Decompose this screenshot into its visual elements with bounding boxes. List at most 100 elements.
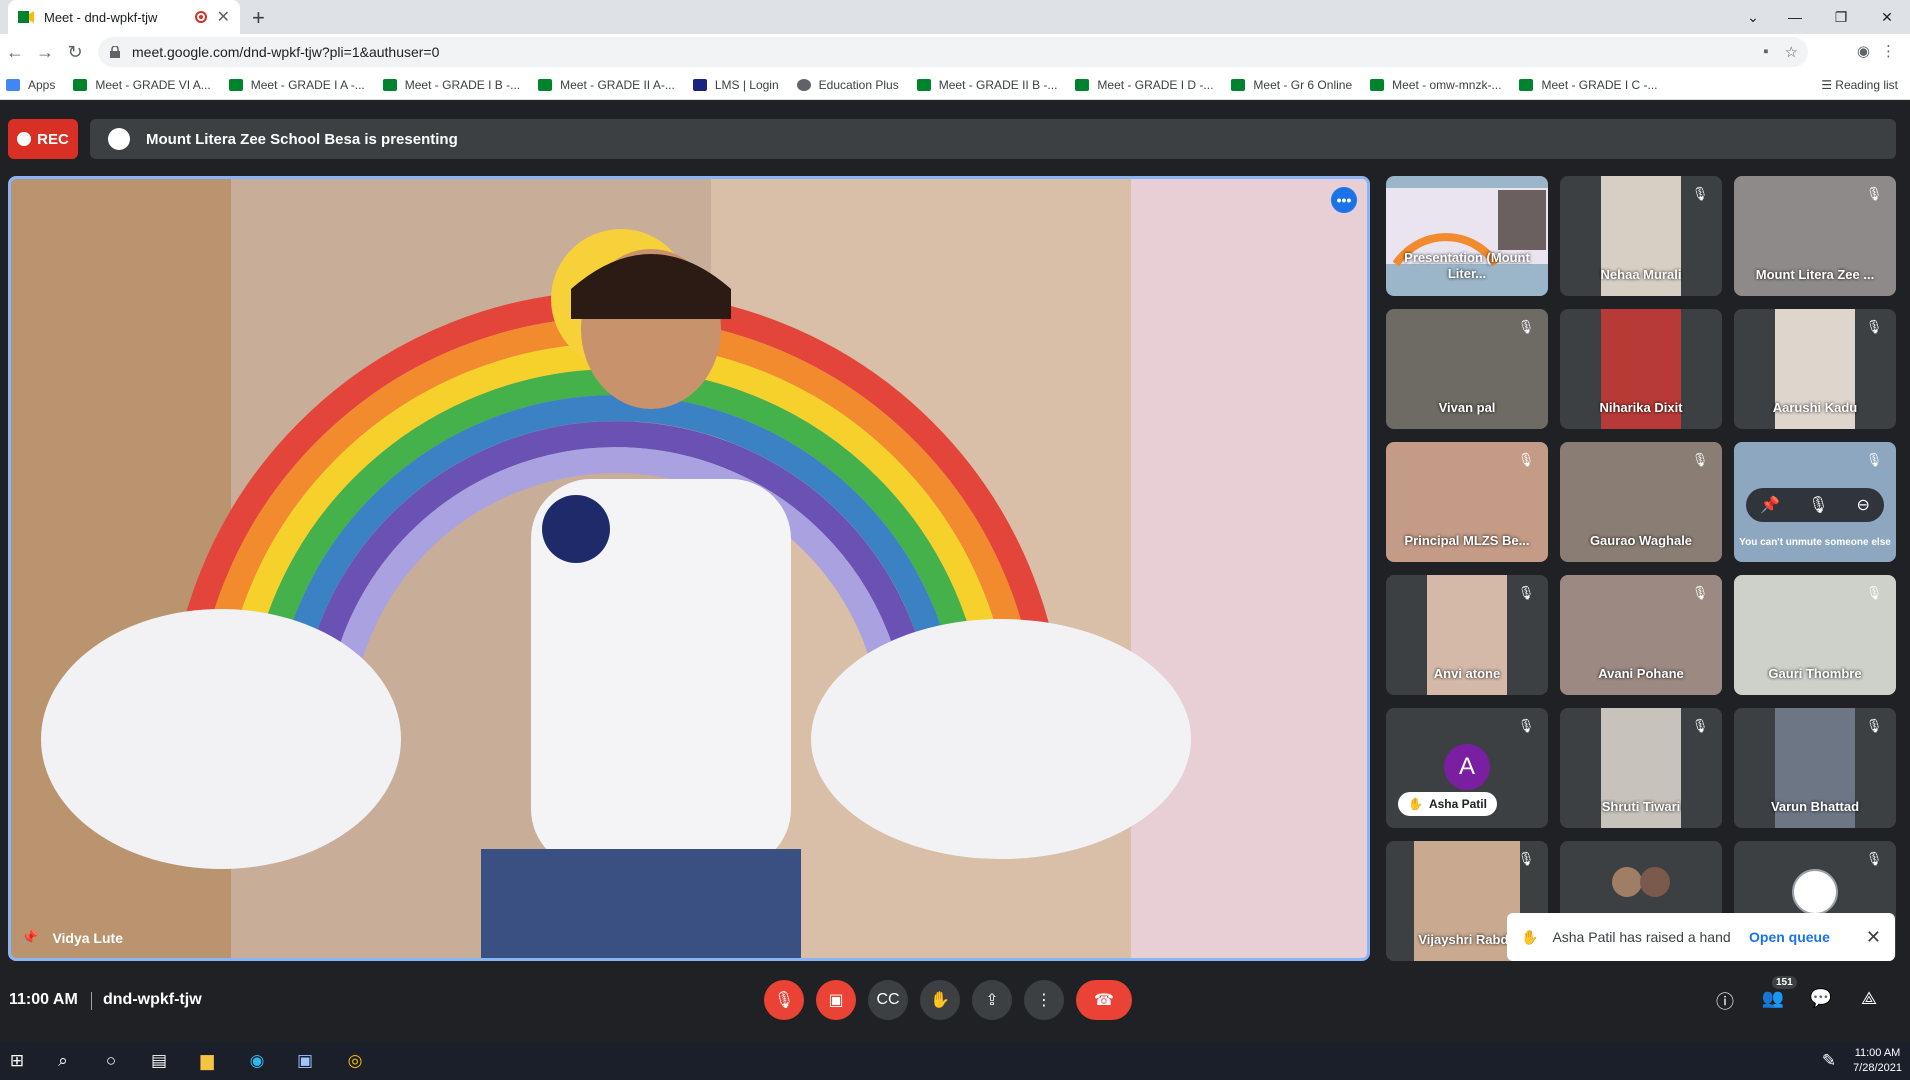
address-bar[interactable]: meet.google.com/dnd-wpkf-tjw?pli=1&authu…	[98, 37, 1808, 67]
participant-tile[interactable]: 🎙 Avani Pohane	[1560, 575, 1722, 695]
participant-tile-hovered[interactable]: 🎙 📌 🎙 ⊖ You can't unmute someone else	[1734, 442, 1896, 562]
pin-icon[interactable]: 📌	[1760, 495, 1780, 515]
participant-tile[interactable]: 🎙 Mount Litera Zee ...	[1734, 176, 1896, 296]
pen-icon[interactable]: ✎	[1818, 1051, 1840, 1071]
profile-icon[interactable]: ◉	[1857, 42, 1870, 60]
activities-icon[interactable]: ⟁	[1856, 988, 1882, 1009]
participant-tile[interactable]: 🎙 Gaurao Waghale	[1560, 442, 1722, 562]
bookmark-item[interactable]: Meet - GRADE II B -...	[916, 78, 1057, 92]
open-queue-button[interactable]: Open queue	[1749, 929, 1830, 945]
forward-icon[interactable]: →	[30, 42, 60, 63]
remove-icon[interactable]: ⊖	[1857, 495, 1870, 515]
camera-icon[interactable]: ▪	[1763, 43, 1768, 61]
people-icon[interactable]: 👥	[1760, 988, 1786, 1009]
hand-icon: ✋	[1521, 928, 1539, 945]
participant-tile[interactable]: 🎙 Shruti Tiwari	[1560, 708, 1722, 828]
school-logo-icon	[1792, 869, 1838, 915]
more-options-icon[interactable]: •••	[1331, 187, 1357, 213]
camera-toggle-button[interactable]: ▣	[816, 980, 856, 1020]
meet-app: REC Mount Litera Zee School Besa is pres…	[0, 101, 1910, 1042]
participant-tile[interactable]: Niharika Dixit	[1560, 309, 1722, 429]
mic-off-icon: 🎙	[773, 992, 795, 1009]
leave-call-button[interactable]: ☎	[1076, 980, 1132, 1020]
tab-search-icon[interactable]: ⌄	[1730, 0, 1776, 34]
participant-tile[interactable]: 🎙 Principal MLZS Be...	[1386, 442, 1548, 562]
chrome-icon[interactable]: ◎	[344, 1051, 366, 1071]
pin-icon[interactable]: 📌	[21, 929, 38, 946]
bookmark-item[interactable]: Meet - GRADE I A -...	[228, 78, 365, 92]
close-window-icon[interactable]: ✕	[1864, 0, 1910, 34]
participant-thumbnail	[1640, 867, 1670, 897]
maximize-icon[interactable]: ❐	[1818, 0, 1864, 34]
participant-name: Gaurao Waghale	[1589, 533, 1693, 548]
bookmark-item[interactable]: Meet - GRADE I D -...	[1075, 78, 1213, 92]
end-call-icon: ☎	[1094, 992, 1114, 1009]
mic-toggle-button[interactable]: 🎙	[764, 980, 804, 1020]
browser-toolbar: ← → ↻ meet.google.com/dnd-wpkf-tjw?pli=1…	[0, 34, 1910, 70]
participant-tile[interactable]: 🎙 Nehaa Murali	[1560, 176, 1722, 296]
participant-tile[interactable]: 🎙 Gauri Thombre	[1734, 575, 1896, 695]
mic-off-icon[interactable]: 🎙	[1808, 495, 1828, 515]
main-speaker-video[interactable]: ••• 📌 Vidya Lute	[8, 176, 1370, 961]
close-icon[interactable]: ✕	[1866, 927, 1881, 948]
reading-list-button[interactable]: ☰ Reading list	[1821, 78, 1898, 92]
windows-start-icon[interactable]: ⊞	[6, 1051, 28, 1071]
new-tab-icon[interactable]: +	[252, 5, 265, 31]
participant-tile[interactable]: 🎙 Varun Bhattad	[1734, 708, 1896, 828]
system-clock[interactable]: 11:00 AM 7/28/2021	[1853, 1046, 1902, 1076]
file-explorer-icon[interactable]: ▆	[196, 1051, 218, 1071]
bookmark-item[interactable]: Meet - Gr 6 Online	[1231, 78, 1352, 92]
participant-tile[interactable]: 🎙 Vivan pal	[1386, 309, 1548, 429]
participant-tile-presentation[interactable]: Presentation (Mount Liter...	[1386, 176, 1548, 296]
chat-icon[interactable]: 💬	[1808, 988, 1834, 1009]
captions-button[interactable]: CC	[868, 980, 908, 1020]
bookmark-item[interactable]: LMS | Login	[692, 78, 779, 92]
meet-icon	[538, 78, 553, 91]
bookmark-item[interactable]: Meet - GRADE I C -...	[1519, 78, 1657, 92]
raise-hand-button[interactable]: ✋	[920, 980, 960, 1020]
more-options-button[interactable]: ⋮	[1024, 980, 1064, 1020]
bookmark-item[interactable]: Meet - GRADE VI A...	[73, 78, 211, 92]
bookmark-item[interactable]: Meet - omw-mnzk-...	[1370, 78, 1501, 92]
divider	[91, 992, 92, 1010]
back-icon[interactable]: ←	[0, 42, 30, 63]
cortana-icon[interactable]: ○	[100, 1051, 122, 1071]
bookmark-star-icon[interactable]: ☆	[1785, 43, 1798, 61]
search-icon[interactable]: ⌕	[52, 1051, 74, 1071]
tab-title: Meet - dnd-wpkf-tjw	[44, 9, 158, 25]
participant-tile[interactable]: 🎙 Anvi atone	[1386, 575, 1548, 695]
bookmark-item[interactable]: Meet - GRADE II A-...	[538, 78, 675, 92]
present-button[interactable]: ⇪	[972, 980, 1012, 1020]
app-icon[interactable]: ▣	[294, 1051, 316, 1071]
tile-hover-controls: 📌 🎙 ⊖	[1746, 488, 1884, 522]
info-icon[interactable]: ⓘ	[1712, 988, 1738, 1014]
globe-icon	[796, 78, 811, 91]
participant-name: Aarushi Kadu	[1772, 400, 1858, 415]
minimize-icon[interactable]: —	[1772, 0, 1818, 34]
captions-icon: CC	[876, 991, 900, 1008]
bookmark-item[interactable]: Education Plus	[796, 78, 899, 92]
meet-icon	[1519, 78, 1534, 91]
bookmark-item[interactable]: Meet - GRADE I B -...	[382, 78, 520, 92]
meet-icon	[1075, 78, 1090, 91]
bookmark-apps[interactable]: Apps	[6, 78, 55, 92]
edge-icon[interactable]: ◉	[246, 1051, 268, 1071]
participant-name: Vivan pal	[1438, 400, 1496, 415]
more-vert-icon: ⋮	[1036, 992, 1052, 1009]
mic-off-icon: 🎙	[1865, 718, 1883, 733]
participant-tile[interactable]: 🎙 Aarushi Kadu	[1734, 309, 1896, 429]
participant-count-badge: 151	[1772, 976, 1797, 989]
speaker-video-frame	[11, 179, 1367, 958]
tab-close-icon[interactable]: ✕	[217, 7, 230, 27]
tab-strip: Meet - dnd-wpkf-tjw ✕ + ⌄ — ❐ ✕	[0, 0, 1910, 34]
reload-icon[interactable]: ↻	[60, 42, 90, 63]
participant-tile[interactable]: A 🎙 ✋ Asha Patil	[1386, 708, 1548, 828]
participant-name: Principal MLZS Be...	[1404, 533, 1530, 548]
meet-icon	[916, 78, 931, 91]
present-screen-icon: ⇪	[985, 992, 999, 1009]
apps-grid-icon	[6, 78, 20, 91]
task-view-icon[interactable]: ▤	[148, 1051, 170, 1071]
record-dot-icon	[17, 132, 32, 146]
menu-icon[interactable]: ⋮	[1881, 42, 1896, 60]
browser-tab[interactable]: Meet - dnd-wpkf-tjw ✕	[8, 0, 240, 34]
